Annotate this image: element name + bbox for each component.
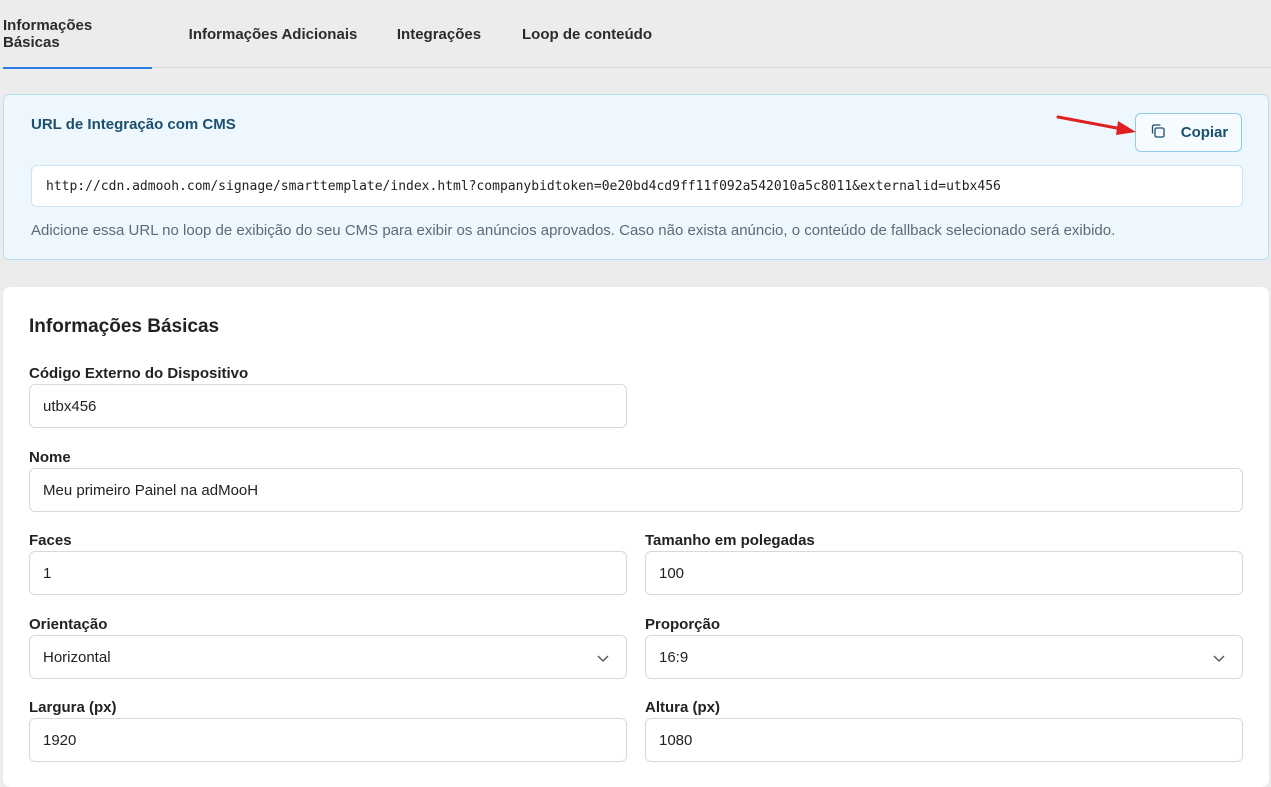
orientation-select[interactable]: Horizontal: [29, 635, 627, 679]
height-label: Altura (px): [645, 699, 720, 716]
faces-input[interactable]: 1: [29, 551, 627, 595]
width-input[interactable]: 1920: [29, 718, 627, 762]
copy-icon: [1149, 122, 1167, 144]
tab-informacoes-basicas[interactable]: Informações Básicas: [3, 0, 152, 69]
tab-bar: Informações Básicas Informações Adiciona…: [0, 0, 1271, 69]
tab-informacoes-adicionais[interactable]: Informações Adicionais: [186, 0, 360, 68]
cms-card-title: URL de Integração com CMS: [31, 116, 236, 133]
chevron-down-icon: [597, 655, 609, 662]
external-code-input[interactable]: utbx456: [29, 384, 627, 428]
section-title: Informações Básicas: [29, 316, 220, 337]
copy-button-label: Copiar: [1180, 124, 1229, 141]
cms-help-text: Adicione essa URL no loop de exibição do…: [31, 222, 1116, 239]
name-input[interactable]: Meu primeiro Painel na adMooH: [29, 468, 1243, 512]
width-label: Largura (px): [29, 699, 117, 716]
ratio-select[interactable]: 16:9: [645, 635, 1243, 679]
name-label: Nome: [29, 449, 71, 466]
faces-label: Faces: [29, 532, 72, 549]
basic-info-form: Informações Básicas Código Externo do Di…: [3, 287, 1269, 787]
tab-loop-de-conteudo[interactable]: Loop de conteúdo: [518, 0, 656, 68]
size-label: Tamanho em polegadas: [645, 532, 815, 549]
external-code-label: Código Externo do Dispositivo: [29, 365, 249, 382]
chevron-down-icon: [1213, 655, 1225, 662]
height-input[interactable]: 1080: [645, 718, 1243, 762]
integration-url-field[interactable]: http://cdn.admooh.com/signage/smarttempl…: [31, 165, 1243, 207]
tab-integracoes[interactable]: Integrações: [392, 0, 486, 68]
size-input[interactable]: 100: [645, 551, 1243, 595]
ratio-value: 16:9: [659, 648, 689, 666]
annotation-arrow: [1056, 115, 1136, 135]
copy-button[interactable]: Copiar: [1135, 113, 1242, 152]
orientation-label: Orientação: [29, 616, 108, 633]
orientation-value: Horizontal: [43, 648, 111, 666]
ratio-label: Proporção: [645, 616, 721, 633]
